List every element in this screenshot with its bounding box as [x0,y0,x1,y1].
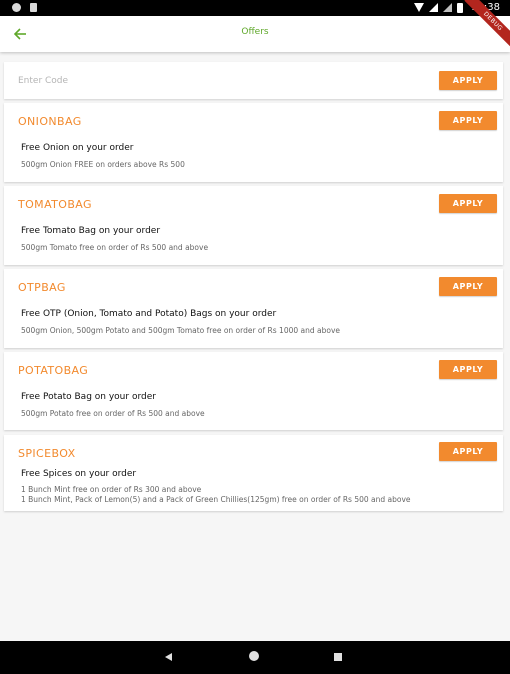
offer-description: 500gm Onion FREE on orders above Rs 500 [21,160,185,169]
status-bar: 11:38 [0,0,510,16]
apply-potatobag-button[interactable]: APPLY [439,360,497,379]
offer-code: OTPBAG [18,281,66,294]
apply-spicebox-button[interactable]: APPLY [439,442,497,461]
offer-description: 500gm Onion, 500gm Potato and 500gm Toma… [21,326,341,335]
system-nav-bar [0,641,510,674]
signal-secondary-icon [443,3,453,12]
offer-card-tomatobag: TOMATOBAG APPLY Free Tomato Bag on your … [4,186,503,265]
nav-home-icon[interactable] [249,651,259,661]
offer-code: ONIONBAG [18,115,82,128]
offer-title: Free Onion on your order [21,143,134,153]
apply-otpbag-button[interactable]: APPLY [439,277,497,296]
page-title: Offers [241,27,269,37]
apply-tomatobag-button[interactable]: APPLY [439,194,497,213]
notification-dot-icon [12,3,21,12]
offer-title: Free Potato Bag on your order [21,392,156,402]
offer-title: Free OTP (Onion, Tomato and Potato) Bags… [21,309,277,319]
nav-back-icon[interactable] [165,653,172,661]
battery-icon [457,2,464,13]
offer-card-potatobag: POTATOBAG APPLY Free Potato Bag on your … [4,352,503,430]
offer-card-onionbag: ONIONBAG APPLY Free Onion on your order … [4,103,503,182]
apply-onionbag-button[interactable]: APPLY [439,111,497,130]
promo-code-input[interactable] [16,71,320,91]
signal-icon [429,3,439,12]
nav-recents-icon[interactable] [334,653,342,661]
offer-title: Free Spices on your order [21,469,137,479]
wifi-icon [414,3,425,12]
offer-description: 1 Bunch Mint free on order of Rs 300 and… [21,485,411,504]
app-bar: Offers [0,16,510,52]
sd-card-icon [30,3,37,12]
offer-description: 500gm Tomato free on order of Rs 500 and… [21,243,209,252]
apply-code-button[interactable]: APPLY [439,71,497,90]
offer-code: POTATOBAG [18,364,89,377]
offer-description: 500gm Potato free on order of Rs 500 and… [21,409,205,418]
offer-code: SPICEBOX [18,447,76,460]
promo-code-box: APPLY [4,62,503,99]
offer-title: Free Tomato Bag on your order [21,226,161,236]
offer-card-otpbag: OTPBAG APPLY Free OTP (Onion, Tomato and… [4,269,503,348]
offer-card-spicebox: SPICEBOX APPLY Free Spices on your order… [4,435,503,511]
offer-code: TOMATOBAG [18,198,92,211]
